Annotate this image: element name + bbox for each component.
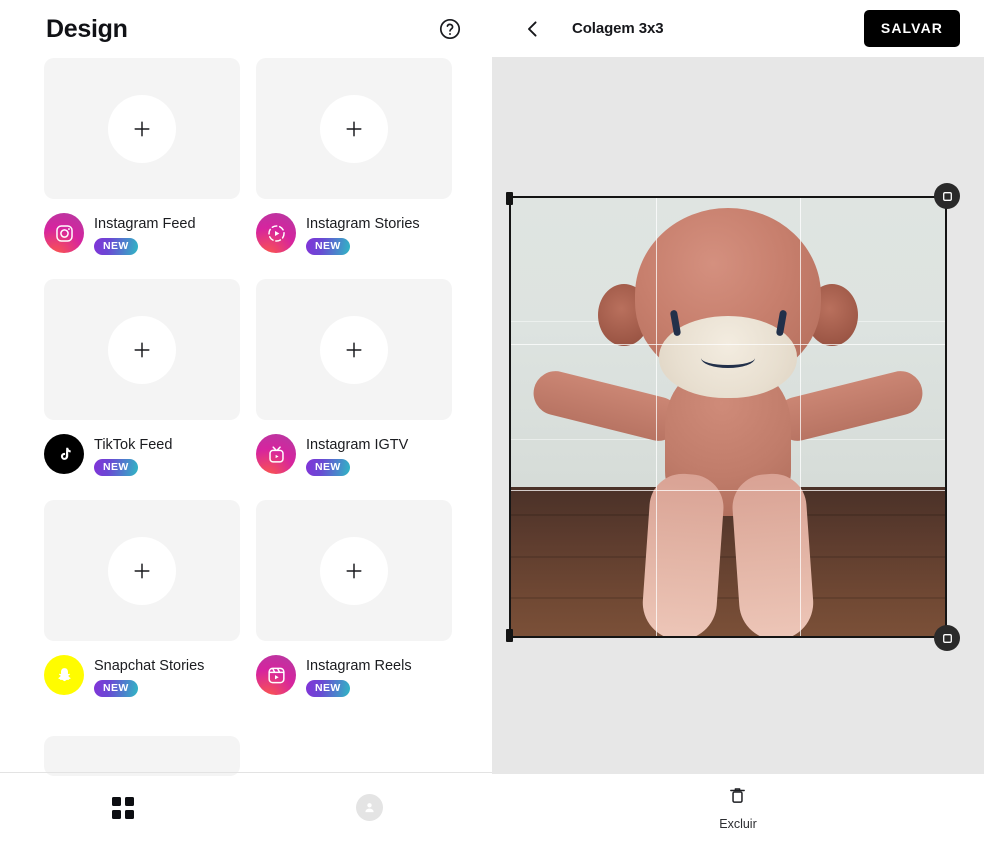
plus-icon [346,120,362,137]
editor-header: Colagem 3x3 SALVAR [492,0,984,57]
instagram-feed-icon [44,213,84,253]
add-circle [108,94,176,163]
add-template-instagram-igtv[interactable] [256,279,452,420]
template-text: Instagram IGTV NEW [306,434,408,476]
crop-handle-top-left[interactable] [506,192,513,205]
doll-smile [701,348,755,368]
template-label: Instagram Feed [94,216,196,232]
template-grid: Instagram Feed NEW Instagram Stories NEW… [0,58,492,772]
template-text: Instagram Stories NEW [306,213,420,255]
person-icon [355,794,383,821]
plus-icon [134,120,150,137]
template-card: Instagram IGTV NEW [256,279,452,500]
template-text: Instagram Feed NEW [94,213,196,255]
add-template-instagram-reels[interactable] [256,500,452,641]
template-text: TikTok Feed NEW [94,434,172,476]
template-text: Snapchat Stories NEW [94,655,204,697]
instagram-reels-icon [256,655,296,695]
new-badge: NEW [306,238,350,255]
template-label: Snapchat Stories [94,658,205,674]
template-meta: Instagram Stories NEW [256,199,452,279]
template-card: TikTok Feed NEW [44,279,240,500]
add-circle [320,94,388,163]
add-circle [108,315,176,384]
template-meta: TikTok Feed NEW [44,420,240,500]
sidebar-item-templates[interactable] [0,796,246,819]
crop-handle-top-right[interactable] [934,183,960,209]
new-badge: NEW [94,238,138,255]
trash-icon [727,785,748,811]
new-badge: NEW [306,459,350,476]
crop-handle-bottom-left[interactable] [506,629,513,642]
template-card: Instagram Reels NEW [256,500,452,721]
add-circle [108,536,176,605]
tiktok-icon [44,434,84,474]
design-panel: Design Instagram Feed NEW Instagram Stor… [0,0,492,842]
sidebar-item-profile[interactable] [246,794,492,821]
template-text: Instagram Reels NEW [306,655,412,697]
page-title: Design [46,14,128,43]
template-card: Instagram Stories NEW [256,58,452,279]
editor-toolbar: Excluir [492,774,984,842]
editor-title: Colagem 3x3 [572,20,664,37]
next-row-partial-card[interactable] [44,736,240,776]
instagram-igtv-icon [256,434,296,474]
app-root: Design Instagram Feed NEW Instagram Stor… [0,0,984,842]
add-circle [320,536,388,605]
doll-leg-left [640,471,726,636]
template-meta: Instagram Reels NEW [256,641,452,721]
add-template-tiktok-feed[interactable] [44,279,240,420]
template-card: Snapchat Stories NEW [44,500,240,721]
template-label: Instagram Stories [306,216,420,232]
crop-handle-bottom-right[interactable] [934,625,960,651]
template-label: Instagram IGTV [306,437,409,453]
template-meta: Snapchat Stories NEW [44,641,240,721]
instagram-stories-icon [256,213,296,253]
bottom-navigation [0,772,492,842]
new-badge: NEW [94,680,138,697]
grid-icon [112,796,134,819]
template-meta: Instagram Feed NEW [44,199,240,279]
plus-icon [346,562,362,579]
plus-icon [134,562,150,579]
new-badge: NEW [94,459,138,476]
save-button[interactable]: SALVAR [863,10,960,47]
add-template-instagram-stories[interactable] [256,58,452,199]
design-header: Design [0,0,492,58]
template-label: TikTok Feed [94,437,173,453]
plus-icon [346,341,362,358]
add-circle [320,315,388,384]
add-template-instagram-feed[interactable] [44,58,240,199]
delete-label: Excluir [719,817,757,831]
photo-crop-frame[interactable] [506,183,960,651]
chevron-left-icon[interactable] [522,18,544,40]
template-meta: Instagram IGTV NEW [256,420,452,500]
plus-icon [134,341,150,358]
template-card: Instagram Feed NEW [44,58,240,279]
collage-editor-panel: Colagem 3x3 SALVAR Excluir [492,0,984,842]
delete-button[interactable]: Excluir [719,785,757,831]
template-label: Instagram Reels [306,658,412,674]
doll-leg-right [730,471,816,636]
help-circle-icon[interactable] [438,17,462,41]
new-badge: NEW [306,680,350,697]
collage-canvas[interactable] [492,57,984,774]
photo-thumbnail[interactable] [511,198,945,636]
snapchat-icon [44,655,84,695]
add-template-snapchat-stories[interactable] [44,500,240,641]
